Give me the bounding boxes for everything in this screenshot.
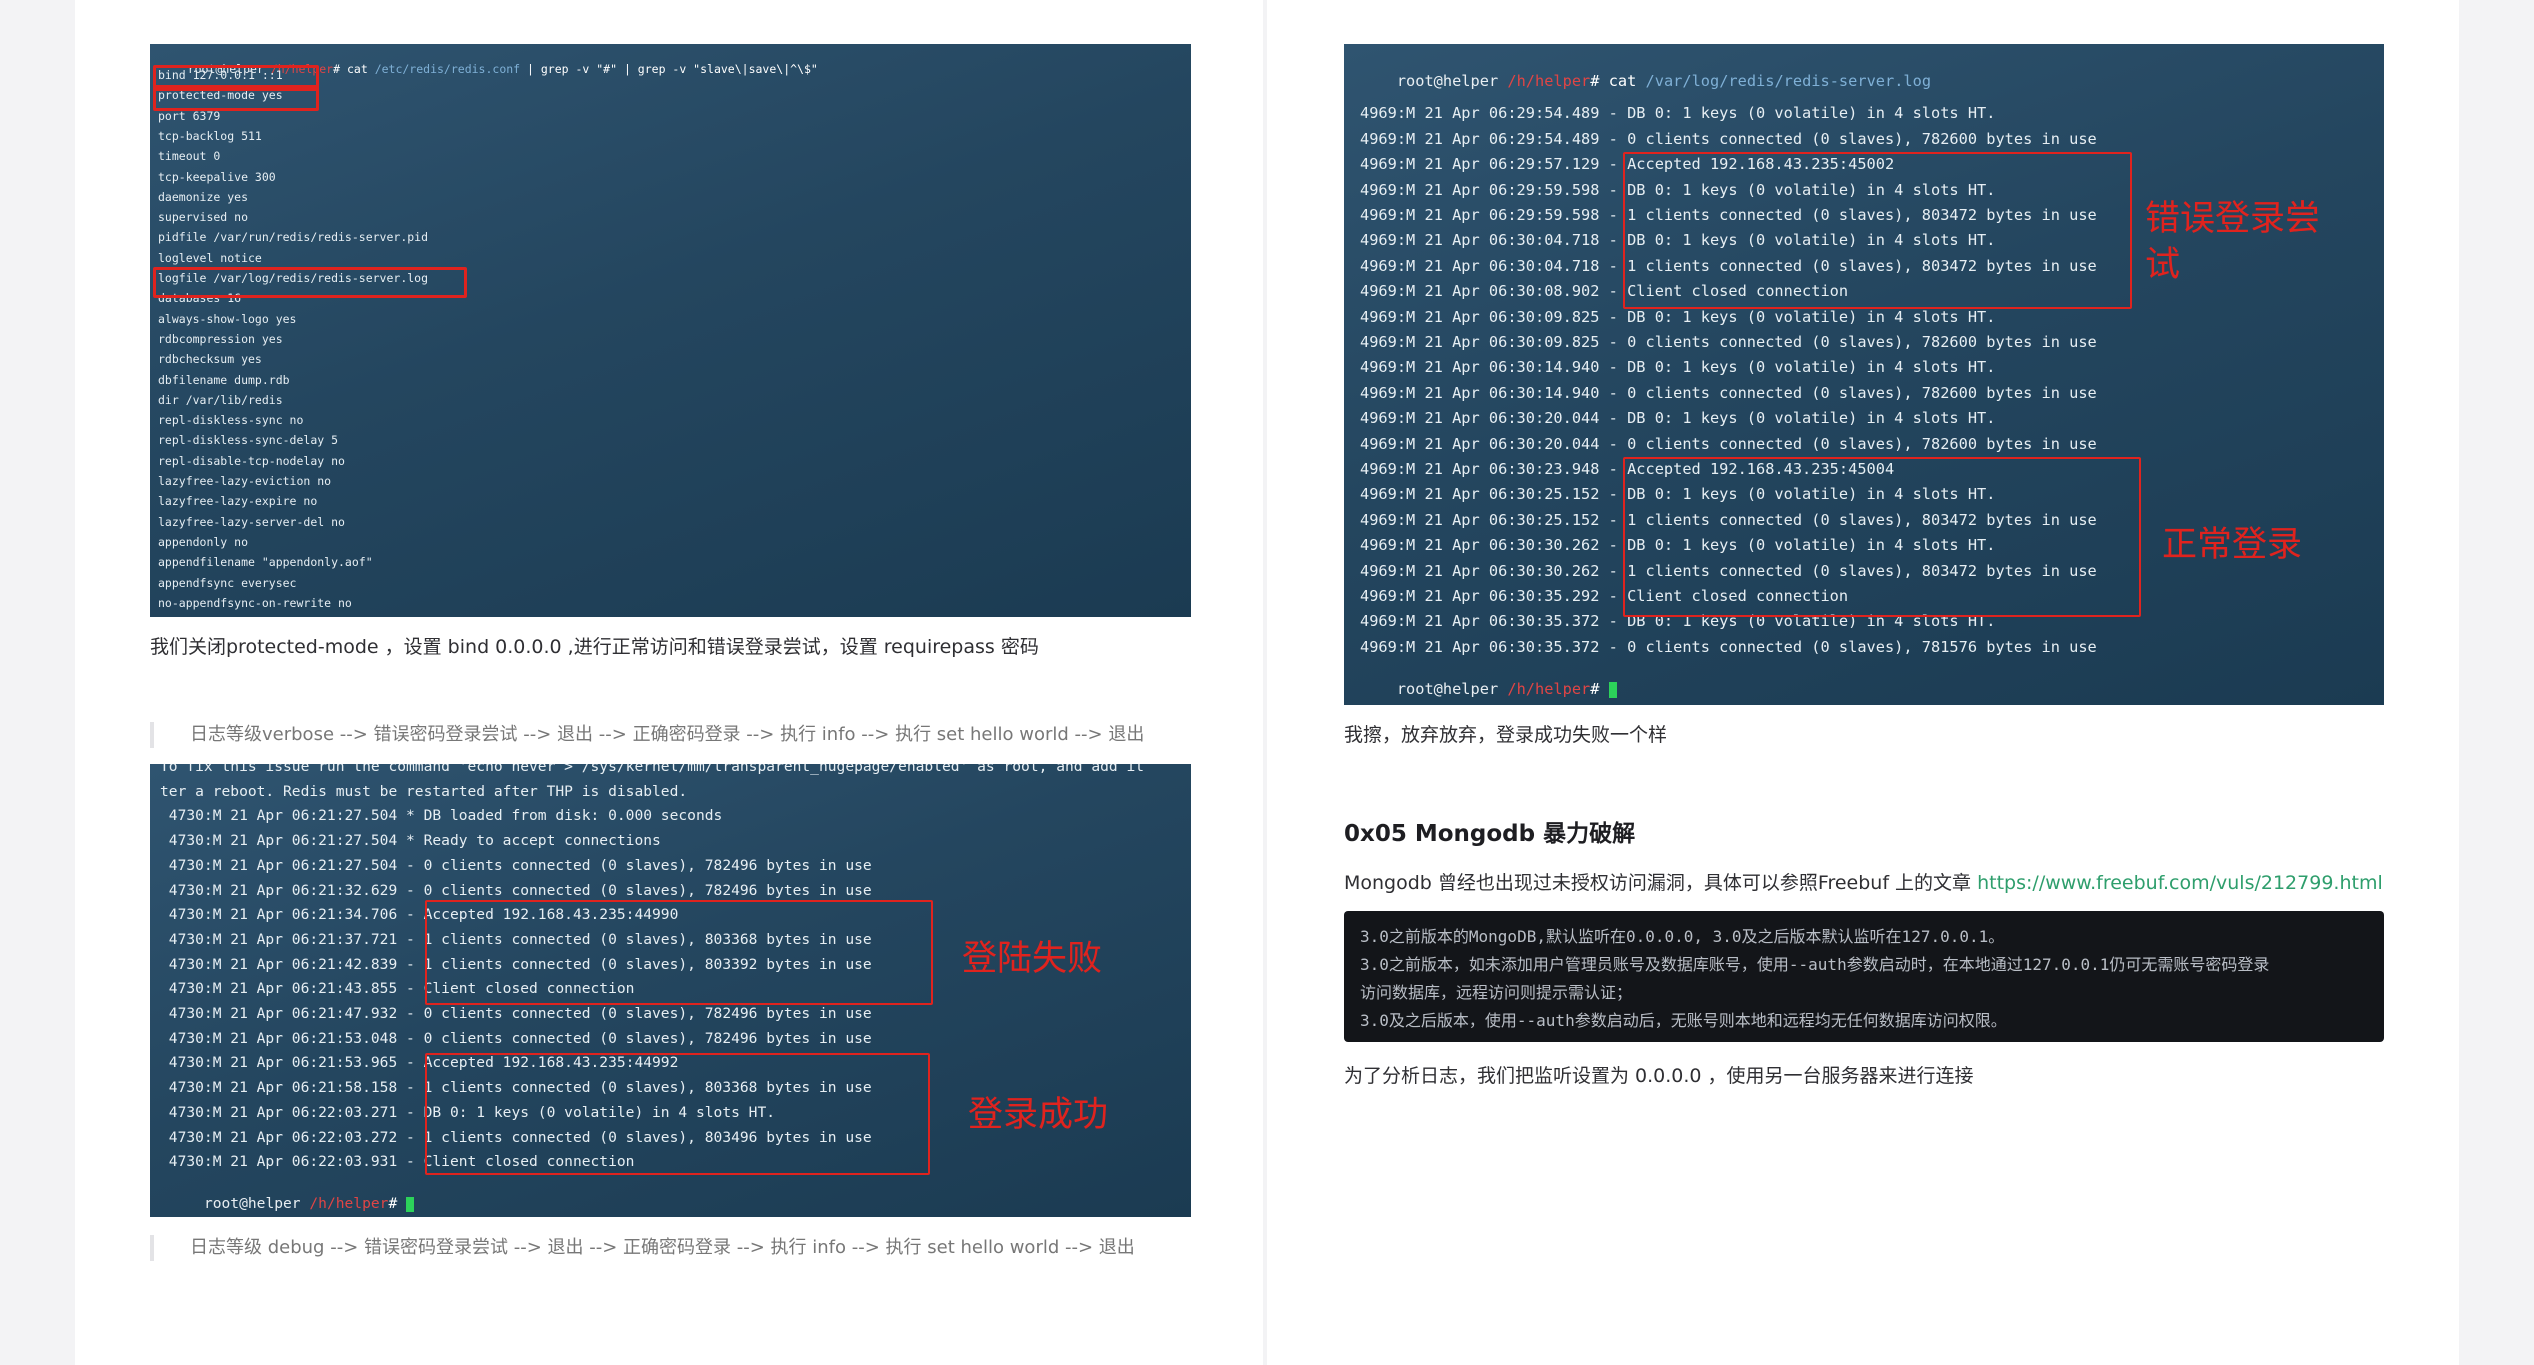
- terminal-line: To fix this issue run the command 'echo …: [160, 764, 1145, 775]
- redis-conf-terminal-screenshot: root@helper /h/helper# cat /etc/redis/re…: [150, 44, 1191, 617]
- terminal-line: 4730:M 21 Apr 06:21:27.504 * Ready to ac…: [160, 832, 661, 850]
- terminal-line: repl-diskless-sync-delay 5: [158, 433, 339, 448]
- highlight-box-login-success: [425, 1053, 930, 1175]
- terminal-line: 4730:M 21 Apr 06:21:27.504 - 0 clients c…: [160, 856, 872, 874]
- terminal-line: loglevel notice: [158, 250, 262, 265]
- annotation-login-success: 登录成功: [968, 1095, 1109, 1135]
- terminal-line: 4969:M 21 Apr 06:30:09.825 - 0 clients c…: [1360, 333, 2097, 351]
- prompt-user: root@helper: [1396, 72, 1499, 90]
- terminal-cursor: [1608, 681, 1618, 698]
- prompt-suffix: #: [388, 1195, 407, 1212]
- highlight-box-logfile: [153, 267, 467, 298]
- terminal-line: timeout 0: [158, 149, 221, 164]
- annotation-error-login-attempt: 错误登录尝 试: [2145, 199, 2321, 285]
- freebuf-article-link[interactable]: https://www.freebuf.com/vuls/212799.html: [1977, 872, 2383, 894]
- terminal-line: lazyfree-lazy-eviction no: [158, 474, 332, 488]
- terminal-prompt-line-end: root@helper /h/helper#: [1360, 662, 1618, 705]
- terminal-line: 4730:M 21 Apr 06:21:53.048 - 0 clients c…: [160, 1029, 872, 1047]
- terminal-line: rdbcompression yes: [158, 331, 283, 346]
- paragraph-protected-mode: 我们关闭protected-mode ，设置 bind 0.0.0.0 ,进行正…: [150, 636, 1039, 658]
- prompt-suffix: #: [333, 62, 347, 76]
- terminal-line: always-show-logo yes: [158, 311, 297, 326]
- section-heading-mongodb: 0x05 Mongodb 暴力破解: [1344, 821, 1636, 847]
- prompt-pipe-filter: | grep -v "#" | grep -v "slave\|save\|^\…: [520, 62, 818, 76]
- terminal-line: 4969:M 21 Apr 06:30:14.940 - 0 clients c…: [1360, 383, 2097, 402]
- mongodb-notes-code-block: 3.0之前版本的MongoDB,默认监听在0.0.0.0, 3.0及之后版本默认…: [1344, 911, 2384, 1042]
- prompt-argument: /etc/redis/redis.conf: [367, 62, 521, 76]
- prompt-path: /h/helper: [1498, 680, 1591, 698]
- terminal-line: appendonly no: [158, 534, 249, 549]
- terminal-prompt-line: root@helper /h/helper# cat /var/log/redi…: [1360, 54, 1931, 108]
- paragraph-text: Mongodb 曾经也出现过未授权访问漏洞，具体可以参照Freebuf 上的文章: [1344, 872, 1978, 894]
- prompt-argument: /var/log/redis/redis-server.log: [1636, 72, 1932, 90]
- highlight-box-login-failed: [425, 900, 933, 1005]
- terminal-line: 4969:M 21 Apr 06:29:54.489 - DB 0: 1 key…: [1360, 104, 1996, 123]
- terminal-line: repl-diskless-sync no: [158, 413, 304, 428]
- paragraph-give-up: 我擦，放弃放弃，登录成功失败一个样: [1344, 724, 1668, 746]
- prompt-path: /h/helper: [300, 1195, 389, 1212]
- prompt-command: cat: [346, 62, 368, 76]
- terminal-line: lazyfree-lazy-server-del no: [158, 514, 345, 529]
- terminal-line: ter a reboot. Redis must be restarted af…: [160, 782, 688, 800]
- terminal-line: 4969:M 21 Apr 06:30:20.044 - DB 0: 1 key…: [1360, 409, 1996, 428]
- terminal-line: appendfilename "appendonly.aof": [158, 555, 373, 570]
- terminal-line: 4969:M 21 Apr 06:30:20.044 - 0 clients c…: [1360, 434, 2097, 453]
- prompt-suffix: #: [1590, 680, 1609, 698]
- paragraph-listen-setting: 为了分析日志，我们把监听设置为 0.0.0.0 ，使用另一台服务器来进行连接: [1344, 1065, 1974, 1087]
- code-line: 3.0之前版本的MongoDB,默认监听在0.0.0.0, 3.0及之后版本默认…: [1360, 927, 2005, 946]
- terminal-line: 4969:M 21 Apr 06:30:14.940 - DB 0: 1 key…: [1360, 358, 1996, 377]
- prompt-user: root@helper: [195, 1195, 301, 1212]
- terminal-line: 4730:M 21 Apr 06:21:47.932 - 0 clients c…: [160, 1005, 872, 1022]
- terminal-line: tcp-keepalive 300: [158, 169, 276, 184]
- terminal-line: 4969:M 21 Apr 06:30:09.825 - DB 0: 1 key…: [1360, 307, 1996, 326]
- terminal-prompt-line: root@helper /h/helper#: [160, 1178, 415, 1217]
- highlight-box-error-login: [1623, 152, 2132, 309]
- terminal-line: 4969:M 21 Apr 06:29:54.489 - 0 clients c…: [1360, 129, 2097, 148]
- blockquote-verbose: 日志等级verbose --> 错误密码登录尝试 --> 退出 --> 正确密码…: [150, 722, 1144, 748]
- terminal-line: repl-disable-tcp-nodelay no: [158, 453, 345, 468]
- terminal-line: lazyfree-lazy-expire no: [158, 494, 318, 509]
- code-line: 访问数据库，远程访问则提示需认证；: [1360, 983, 1633, 1002]
- prompt-user: root@helper: [1396, 680, 1499, 698]
- code-line: 3.0及之后版本，使用--auth参数启动后，无账号则本地和远程均无任何数据库访…: [1360, 1011, 2007, 1030]
- prompt-command: cat: [1608, 72, 1637, 90]
- annotation-login-failed: 登陆失败: [962, 939, 1103, 979]
- code-line: 3.0之前版本，如未添加用户管理员账号及数据库账号，使用--auth参数启动时，…: [1360, 955, 2270, 974]
- terminal-line: pidfile /var/run/redis/redis-server.pid: [158, 230, 429, 245]
- prompt-suffix: #: [1590, 72, 1609, 90]
- highlight-box-protected-mode: [153, 85, 319, 111]
- annotation-normal-login: 正常登录: [2162, 525, 2303, 565]
- terminal-line: no-appendfsync-on-rewrite no: [158, 595, 352, 610]
- terminal-line: dir /var/lib/redis: [158, 392, 283, 407]
- terminal-line: appendfsync everysec: [158, 575, 297, 590]
- highlight-box-normal-login: [1623, 457, 2141, 617]
- terminal-line: supervised no: [158, 210, 249, 225]
- prompt-path: /h/helper: [1498, 72, 1591, 90]
- paragraph-mongodb-intro: Mongodb 曾经也出现过未授权访问漏洞，具体可以参照Freebuf 上的文章…: [1344, 868, 2383, 895]
- terminal-line: 4730:M 21 Apr 06:21:27.504 * DB loaded f…: [160, 807, 723, 825]
- terminal-cursor: [406, 1196, 415, 1212]
- terminal-line: 4969:M 21 Apr 06:30:35.372 - 0 clients c…: [1360, 637, 2097, 656]
- terminal-line: daemonize yes: [158, 189, 249, 204]
- terminal-line: tcp-backlog 511: [158, 128, 262, 143]
- terminal-line: 4730:M 21 Apr 06:21:32.629 - 0 clients c…: [160, 881, 872, 899]
- terminal-line: dbfilename dump.rdb: [158, 372, 290, 387]
- blockquote-debug: 日志等级 debug --> 错误密码登录尝试 --> 退出 --> 正确密码登…: [150, 1235, 1135, 1261]
- terminal-line: rdbchecksum yes: [158, 352, 262, 367]
